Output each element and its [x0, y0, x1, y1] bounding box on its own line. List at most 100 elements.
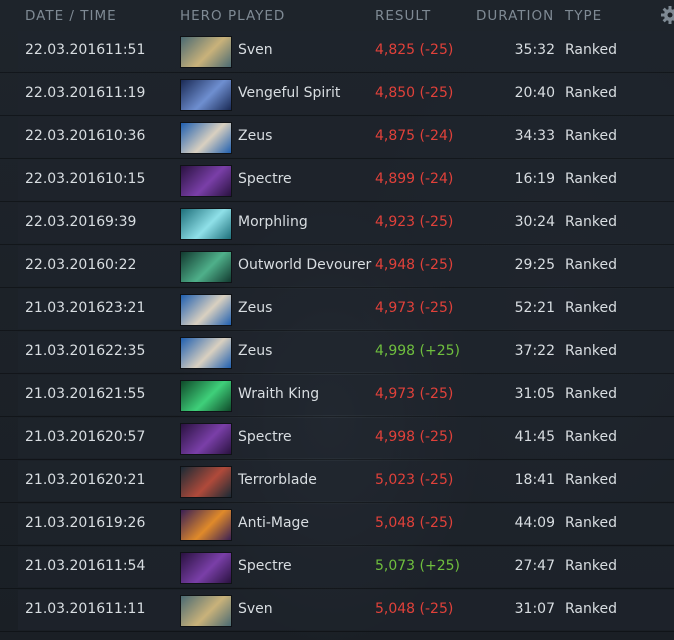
match-duration: 27:47	[514, 558, 555, 574]
hero-name: Zeus	[238, 128, 273, 144]
hero-portrait	[180, 509, 232, 541]
match-result: 4,998 (+25)	[375, 343, 460, 359]
hero-name: Wraith King	[238, 386, 320, 402]
header-hero-played[interactable]: HERO PLAYED	[180, 8, 285, 24]
match-type: Ranked	[565, 429, 617, 445]
match-row[interactable]: 21.03.2016 20:21 Terrorblade 5,023 (-25)…	[0, 460, 674, 503]
hero-portrait	[180, 165, 232, 197]
hero-portrait	[180, 466, 232, 498]
match-type: Ranked	[565, 128, 617, 144]
match-duration: 52:21	[514, 300, 555, 316]
match-result: 4,973 (-25)	[375, 386, 454, 402]
match-date: 22.03.2016	[25, 85, 106, 101]
match-time: 0:22	[105, 257, 137, 273]
hero-portrait	[180, 337, 232, 369]
hero-portrait	[180, 595, 232, 627]
match-history-list: 22.03.2016 11:51 Sven 4,825 (-25) 35:32 …	[0, 30, 674, 632]
match-date: 21.03.2016	[25, 515, 106, 531]
match-duration: 34:33	[514, 128, 555, 144]
header-date-time[interactable]: DATE / TIME	[25, 8, 117, 24]
match-date: 21.03.2016	[25, 601, 106, 617]
match-time: 11:54	[105, 558, 146, 574]
match-time: 9:39	[105, 214, 137, 230]
header-result[interactable]: RESULT	[375, 8, 431, 24]
match-type: Ranked	[565, 386, 617, 402]
match-type: Ranked	[565, 300, 617, 316]
gear-icon[interactable]	[660, 5, 674, 25]
match-type: Ranked	[565, 171, 617, 187]
hero-portrait	[180, 423, 232, 455]
hero-name: Spectre	[238, 429, 292, 445]
match-row[interactable]: 22.03.2016 11:19 Vengeful Spirit 4,850 (…	[0, 73, 674, 116]
match-date: 22.03.2016	[25, 42, 106, 58]
hero-portrait	[180, 36, 232, 68]
match-row[interactable]: 22.03.2016 10:36 Zeus 4,875 (-24) 34:33 …	[0, 116, 674, 159]
match-type: Ranked	[565, 601, 617, 617]
hero-name: Anti-Mage	[238, 515, 310, 531]
match-result: 4,825 (-25)	[375, 42, 454, 58]
match-row[interactable]: 22.03.2016 9:39 Morphling 4,923 (-25) 30…	[0, 202, 674, 245]
hero-portrait	[180, 251, 232, 283]
table-header: DATE / TIME HERO PLAYED RESULT DURATION …	[0, 0, 674, 32]
match-row[interactable]: 22.03.2016 11:51 Sven 4,825 (-25) 35:32 …	[0, 30, 674, 73]
match-row[interactable]: 21.03.2016 11:11 Sven 5,048 (-25) 31:07 …	[0, 589, 674, 632]
match-result: 4,875 (-24)	[375, 128, 454, 144]
match-date: 21.03.2016	[25, 429, 106, 445]
match-type: Ranked	[565, 257, 617, 273]
match-duration: 18:41	[514, 472, 555, 488]
match-row[interactable]: 21.03.2016 23:21 Zeus 4,973 (-25) 52:21 …	[0, 288, 674, 331]
match-type: Ranked	[565, 343, 617, 359]
header-duration[interactable]: DURATION	[476, 8, 554, 24]
match-type: Ranked	[565, 85, 617, 101]
hero-portrait	[180, 294, 232, 326]
match-duration: 35:32	[514, 42, 555, 58]
match-row[interactable]: 22.03.2016 10:15 Spectre 4,899 (-24) 16:…	[0, 159, 674, 202]
match-result: 5,073 (+25)	[375, 558, 460, 574]
match-result: 5,023 (-25)	[375, 472, 454, 488]
hero-name: Zeus	[238, 343, 273, 359]
hero-name: Spectre	[238, 171, 292, 187]
hero-name: Outworld Devourer	[238, 257, 372, 273]
match-date: 22.03.2016	[25, 214, 106, 230]
match-result: 4,948 (-25)	[375, 257, 454, 273]
match-duration: 16:19	[514, 171, 555, 187]
match-time: 11:11	[105, 601, 146, 617]
match-row[interactable]: 21.03.2016 22:35 Zeus 4,998 (+25) 37:22 …	[0, 331, 674, 374]
match-duration: 37:22	[514, 343, 555, 359]
match-time: 11:51	[105, 42, 146, 58]
match-duration: 41:45	[514, 429, 555, 445]
match-date: 22.03.2016	[25, 128, 106, 144]
hero-name: Sven	[238, 601, 273, 617]
hero-name: Zeus	[238, 300, 273, 316]
hero-name: Sven	[238, 42, 273, 58]
match-result: 4,850 (-25)	[375, 85, 454, 101]
match-time: 20:57	[105, 429, 146, 445]
match-row[interactable]: 21.03.2016 11:54 Spectre 5,073 (+25) 27:…	[0, 546, 674, 589]
match-time: 20:21	[105, 472, 146, 488]
match-result: 4,998 (-25)	[375, 429, 454, 445]
match-duration: 29:25	[514, 257, 555, 273]
match-time: 11:19	[105, 85, 146, 101]
match-duration: 44:09	[514, 515, 555, 531]
match-row[interactable]: 22.03.2016 0:22 Outworld Devourer 4,948 …	[0, 245, 674, 288]
match-type: Ranked	[565, 214, 617, 230]
match-row[interactable]: 21.03.2016 20:57 Spectre 4,998 (-25) 41:…	[0, 417, 674, 460]
hero-name: Morphling	[238, 214, 308, 230]
match-result: 5,048 (-25)	[375, 601, 454, 617]
hero-portrait	[180, 122, 232, 154]
match-date: 22.03.2016	[25, 257, 106, 273]
hero-portrait	[180, 79, 232, 111]
match-date: 21.03.2016	[25, 343, 106, 359]
match-result: 4,923 (-25)	[375, 214, 454, 230]
match-date: 21.03.2016	[25, 558, 106, 574]
match-time: 21:55	[105, 386, 146, 402]
hero-name: Terrorblade	[238, 472, 317, 488]
hero-portrait	[180, 380, 232, 412]
hero-portrait	[180, 552, 232, 584]
hero-portrait	[180, 208, 232, 240]
match-row[interactable]: 21.03.2016 21:55 Wraith King 4,973 (-25)…	[0, 374, 674, 417]
header-type[interactable]: TYPE	[565, 8, 602, 24]
match-row[interactable]: 21.03.2016 19:26 Anti-Mage 5,048 (-25) 4…	[0, 503, 674, 546]
match-duration: 20:40	[514, 85, 555, 101]
match-date: 21.03.2016	[25, 472, 106, 488]
